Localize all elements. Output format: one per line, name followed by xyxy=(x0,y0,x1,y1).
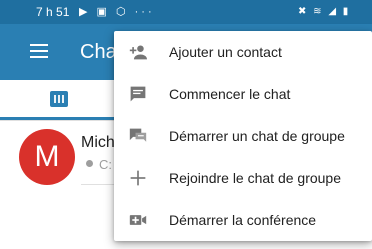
screen: 7 h 51 ▶ ▣ ⬡ ··· ✖ ≋ ◢ ▮ Chat M Mich C: xyxy=(0,0,372,249)
menu-item-add-contact[interactable]: Ajouter un contact xyxy=(114,31,372,73)
overflow-menu: Ajouter un contact Commencer le chat Dém… xyxy=(114,31,372,241)
tab-chats[interactable] xyxy=(0,80,120,120)
status-bar: 7 h 51 ▶ ▣ ⬡ ··· ✖ ≋ ◢ ▮ xyxy=(0,0,372,24)
plus-icon xyxy=(130,170,146,186)
chat-tab-icon xyxy=(50,91,68,107)
chat-icon xyxy=(130,86,146,102)
menu-item-label: Démarrer un chat de groupe xyxy=(169,128,345,144)
menu-icon[interactable] xyxy=(30,44,48,58)
status-time: 7 h 51 xyxy=(36,5,70,19)
add-contact-icon xyxy=(129,45,147,60)
menu-item-start-conference[interactable]: Démarrer la conférence xyxy=(114,199,372,241)
avatar: M xyxy=(19,129,75,185)
menu-item-label: Démarrer la conférence xyxy=(169,212,317,228)
notification-icons: ▶ ▣ ⬡ ··· xyxy=(79,6,155,18)
video-icon xyxy=(129,215,147,225)
contact-status: C: xyxy=(86,157,112,173)
menu-item-start-chat[interactable]: Commencer le chat xyxy=(114,73,372,115)
menu-item-start-group-chat[interactable]: Démarrer un chat de groupe xyxy=(114,115,372,157)
menu-item-join-group-chat[interactable]: Rejoindre le chat de groupe xyxy=(114,157,372,199)
menu-item-label: Rejoindre le chat de groupe xyxy=(169,170,342,186)
group-chat-icon xyxy=(129,128,147,142)
contact-name: Mich xyxy=(81,134,115,151)
status-dot-icon xyxy=(86,160,93,167)
menu-item-label: Commencer le chat xyxy=(169,86,291,102)
contact-status-text: C: xyxy=(99,157,112,172)
system-status-icons: ✖ ≋ ◢ ▮ xyxy=(298,6,351,17)
menu-item-label: Ajouter un contact xyxy=(169,44,282,60)
